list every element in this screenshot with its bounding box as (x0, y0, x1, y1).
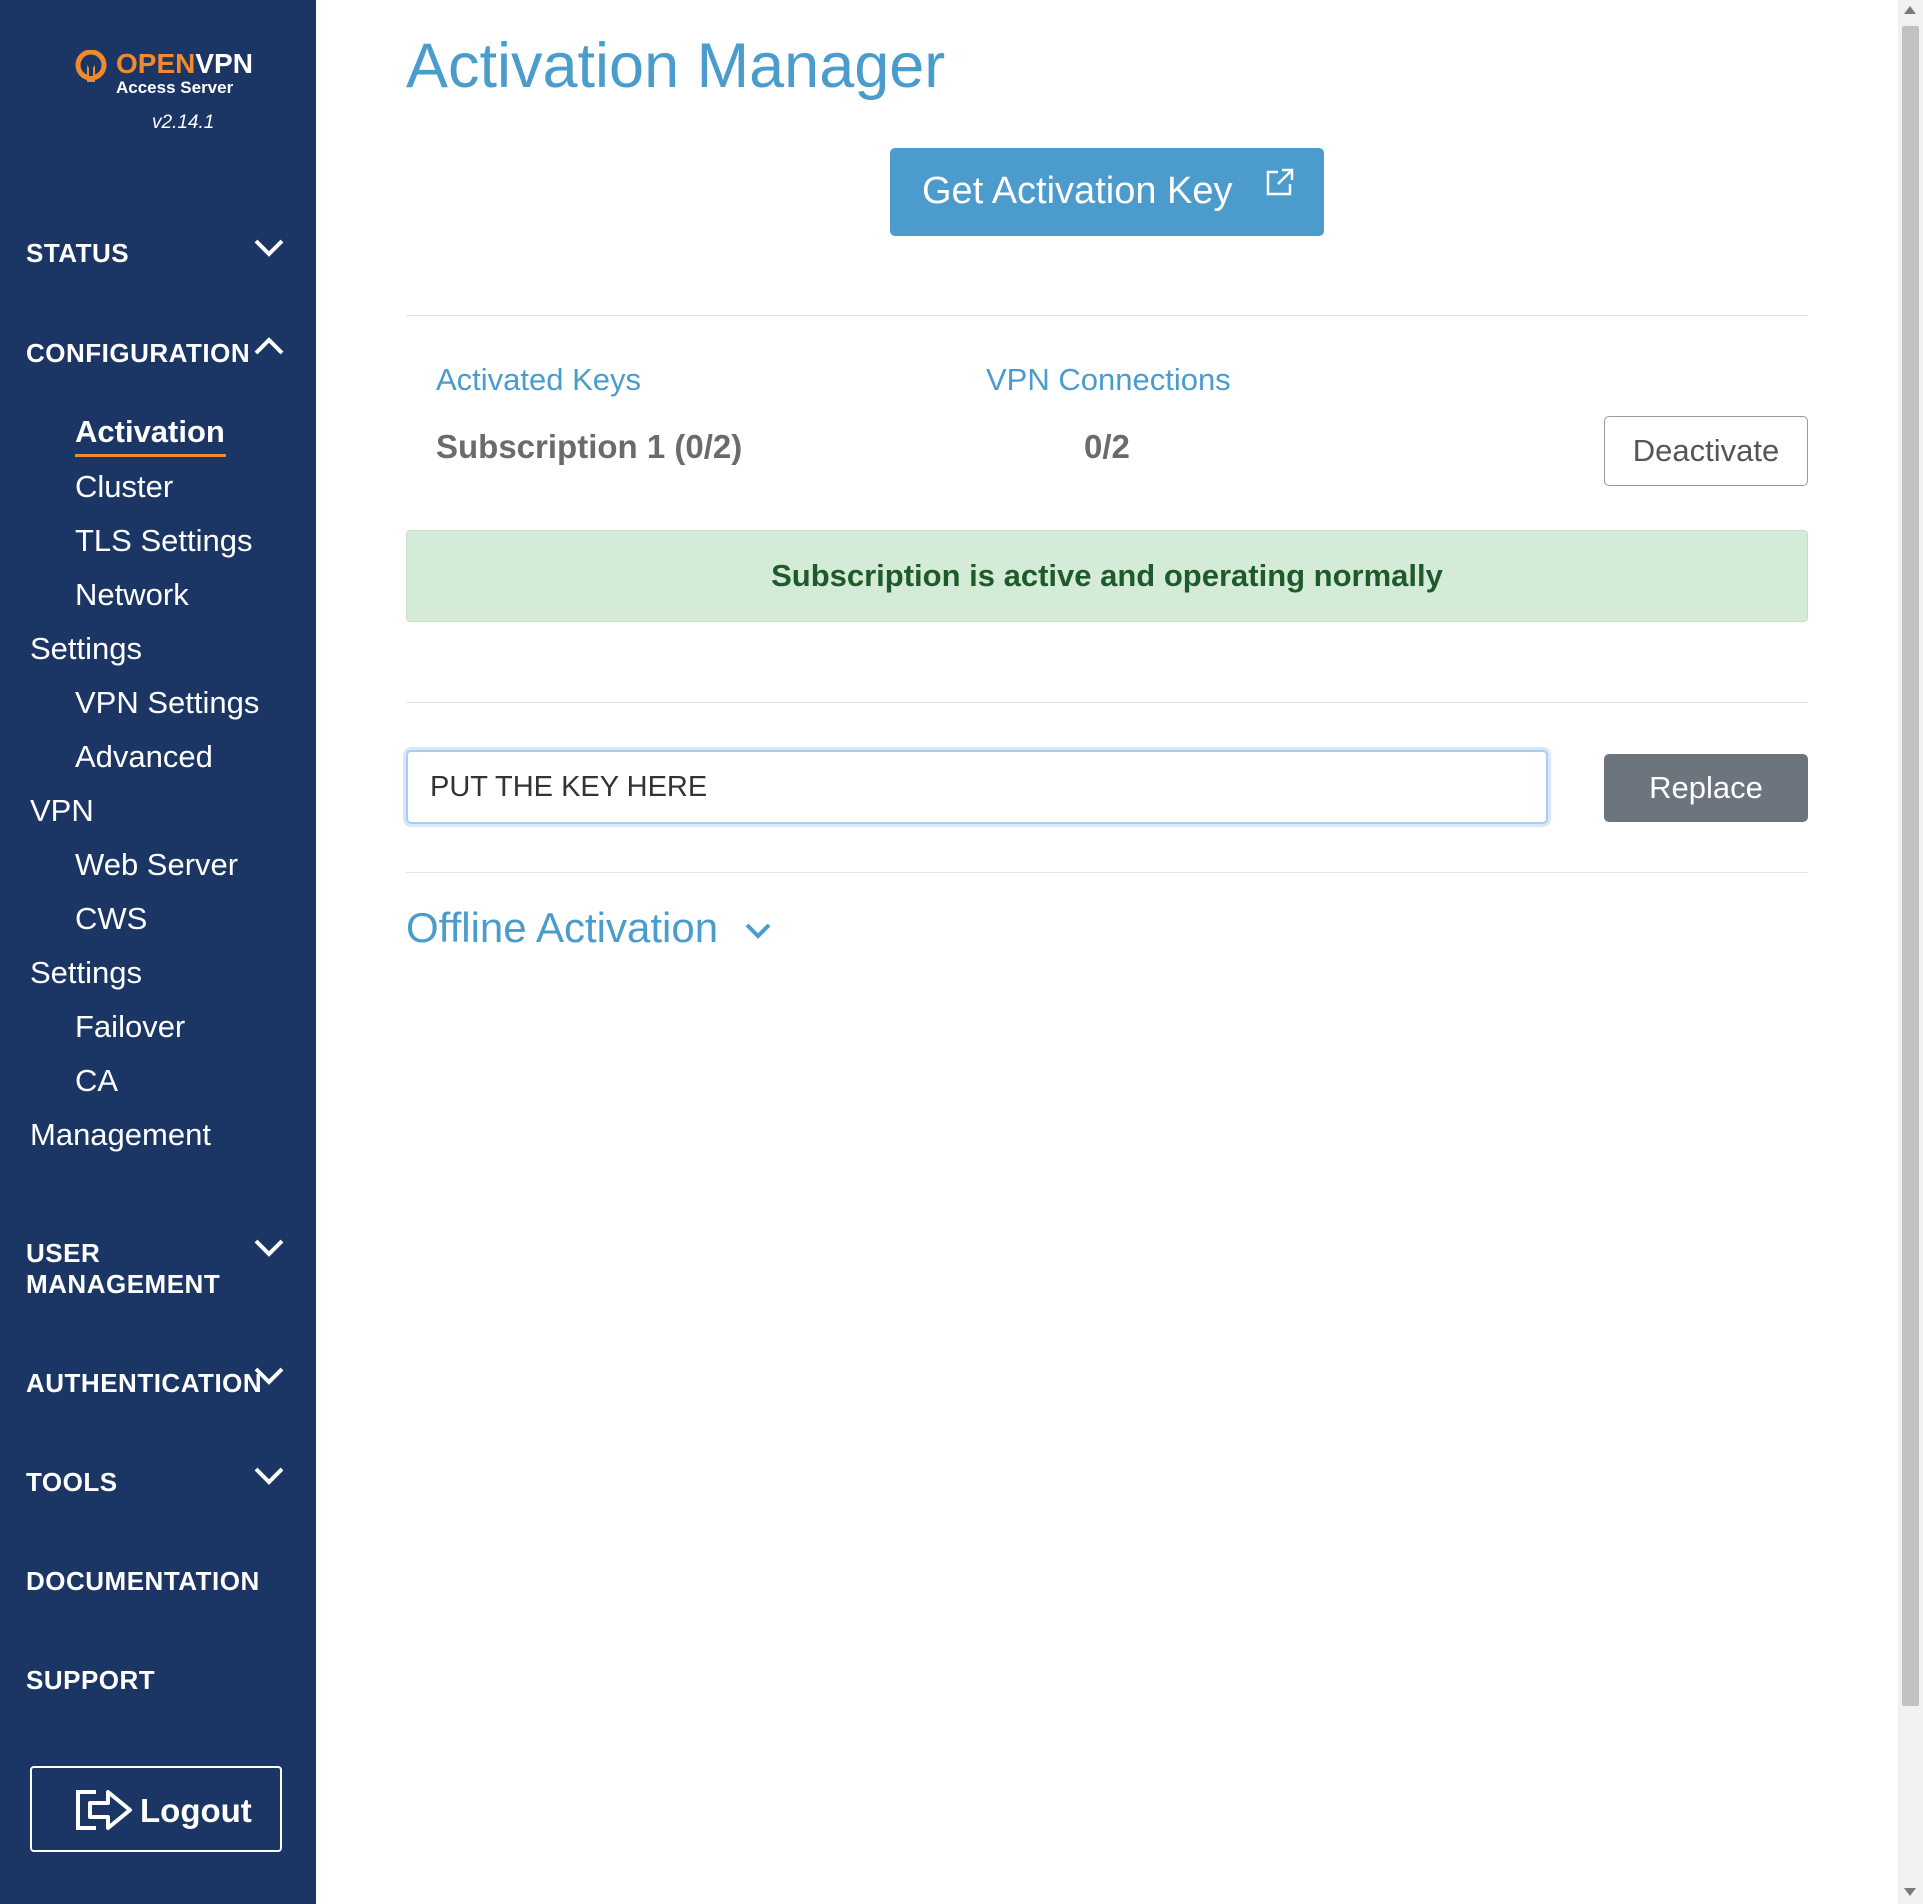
logo-open-text: OPEN (116, 48, 196, 79)
subscription-name: Subscription 1 (0/2) (436, 428, 743, 465)
nav-item-web-server[interactable]: Web Server (75, 847, 238, 883)
nav-user-management[interactable]: USER MANAGEMENT (26, 1238, 220, 1300)
nav-item-failover[interactable]: Failover (75, 1009, 185, 1045)
nav-item-cluster[interactable]: Cluster (75, 469, 173, 505)
openvpn-logo[interactable]: OPENVPN Access Server (74, 46, 254, 97)
nav-tools[interactable]: TOOLS (26, 1467, 118, 1498)
nav-item-tls-settings[interactable]: TLS Settings (75, 523, 252, 559)
scroll-down-arrow-icon[interactable] (1904, 1888, 1916, 1896)
nav-item-network-settings-line2[interactable]: Settings (30, 631, 142, 667)
deactivate-button[interactable]: Deactivate (1604, 416, 1808, 486)
nav-user-management-line1: USER (26, 1238, 101, 1268)
nav-status[interactable]: STATUS (26, 238, 129, 269)
divider (406, 872, 1808, 873)
get-activation-key-label: Get Activation Key (922, 170, 1233, 212)
nav-item-ca-management-line2[interactable]: Management (30, 1117, 211, 1153)
chevron-down-icon (745, 923, 771, 939)
version-label: v2.14.1 (152, 112, 215, 133)
nav-authentication[interactable]: AUTHENTICATION (26, 1368, 262, 1399)
nav-documentation[interactable]: DOCUMENTATION (26, 1566, 260, 1597)
external-link-icon (1266, 168, 1294, 196)
page-title: Activation Manager (406, 31, 946, 101)
logo-vpn-text: VPN (195, 48, 253, 79)
scrollbar[interactable] (1898, 0, 1923, 1904)
nav-item-ca-management[interactable]: CA (75, 1063, 118, 1099)
nav-item-advanced-vpn[interactable]: Advanced (75, 739, 213, 775)
chevron-down-icon[interactable] (252, 1366, 286, 1386)
nav-item-advanced-vpn-line2[interactable]: VPN (30, 793, 94, 829)
offline-activation-toggle[interactable]: Offline Activation (406, 904, 771, 952)
vpn-connections-header: VPN Connections (986, 362, 1231, 397)
logo-subtitle: Access Server (116, 78, 234, 97)
activated-keys-header: Activated Keys (436, 362, 642, 397)
logout-button[interactable]: Logout (30, 1766, 282, 1852)
chevron-down-icon[interactable] (252, 1466, 286, 1486)
chevron-down-icon[interactable] (252, 1238, 286, 1258)
divider (406, 702, 1808, 703)
get-activation-key-button[interactable]: Get Activation Key (890, 148, 1324, 236)
vpn-connections-value: 0/2 (1084, 428, 1130, 465)
logo-wordmark: OPENVPN (116, 48, 253, 80)
nav-item-cws-settings[interactable]: CWS (75, 901, 147, 937)
status-alert: Subscription is active and operating nor… (406, 530, 1808, 622)
sidebar: OPENVPN Access Server v2.14.1 STATUS CON… (0, 0, 316, 1904)
nav-item-network-settings[interactable]: Network (75, 577, 189, 613)
nav-item-activation[interactable]: Activation (75, 414, 225, 450)
scroll-thumb[interactable] (1902, 26, 1919, 1706)
activation-key-input[interactable] (406, 750, 1548, 824)
nav-user-management-line2: MANAGEMENT (26, 1269, 221, 1299)
logout-label: Logout (140, 1792, 252, 1829)
active-indicator (75, 454, 226, 457)
nav-item-cws-settings-line2[interactable]: Settings (30, 955, 142, 991)
offline-activation-label: Offline Activation (406, 904, 719, 951)
nav-support[interactable]: SUPPORT (26, 1665, 155, 1696)
openvpn-logo-icon (75, 50, 107, 82)
chevron-up-icon[interactable] (252, 336, 286, 356)
replace-button[interactable]: Replace (1604, 754, 1808, 822)
divider (406, 315, 1808, 316)
scroll-up-arrow-icon[interactable] (1904, 6, 1916, 14)
logout-icon (76, 1790, 132, 1830)
nav-configuration[interactable]: CONFIGURATION (26, 338, 250, 369)
chevron-down-icon[interactable] (252, 238, 286, 258)
nav-item-vpn-settings[interactable]: VPN Settings (75, 685, 259, 721)
